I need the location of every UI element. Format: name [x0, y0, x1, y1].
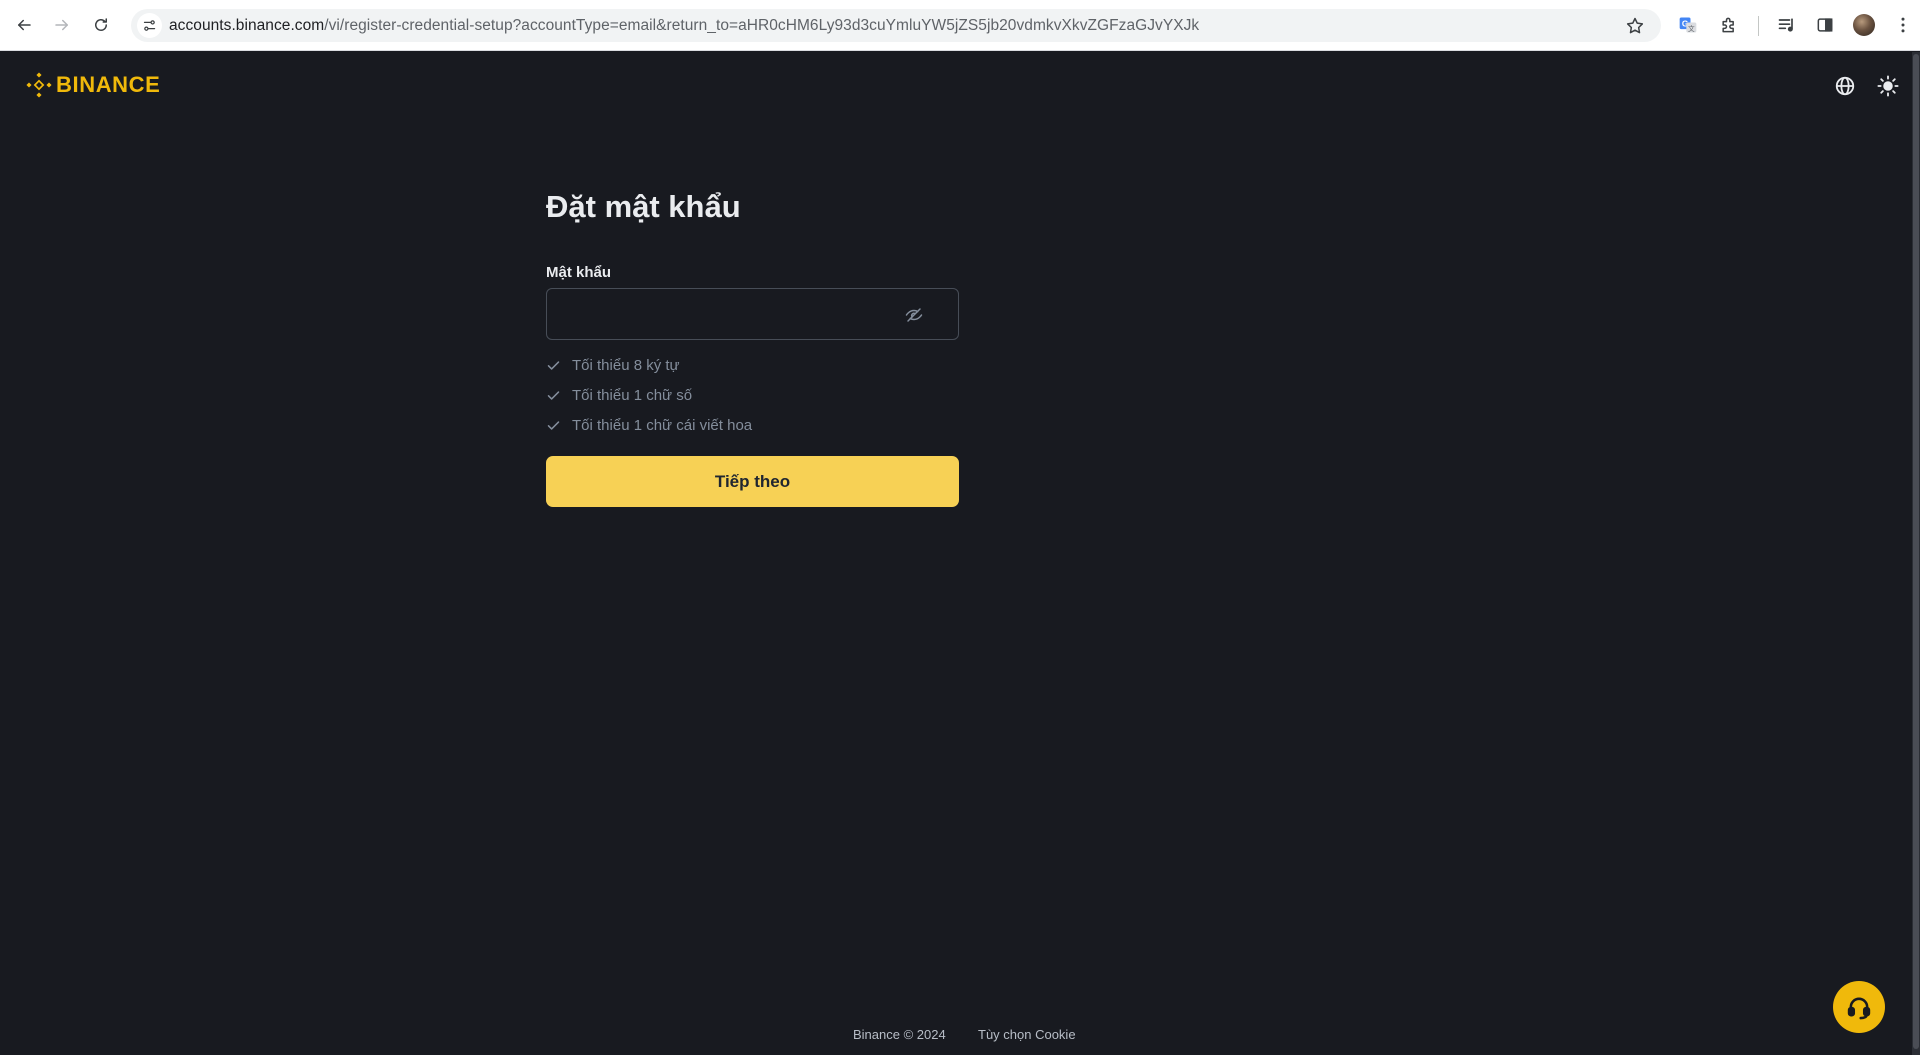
next-button[interactable]: Tiếp theo	[546, 456, 959, 507]
site-info-icon[interactable]	[137, 13, 162, 38]
check-icon	[547, 420, 560, 430]
binance-logo-icon	[26, 72, 52, 98]
headset-icon	[1847, 997, 1871, 1020]
url-text: accounts.binance.com/vi/register-credent…	[169, 17, 1199, 35]
rule-min-uppercase: Tối thiểu 1 chữ cái viết hoa	[546, 410, 752, 440]
translate-icon[interactable]: G文	[1677, 14, 1699, 36]
url-path: /vi/register-credential-setup?accountTyp…	[324, 17, 1200, 34]
footer-copyright: Binance © 2024	[853, 1027, 946, 1042]
cookie-preferences-link[interactable]: Tùy chọn Cookie	[978, 1027, 1076, 1042]
logo-text: BINANCE	[56, 72, 161, 97]
url-host: accounts.binance.com	[169, 17, 325, 34]
rule-text: Tối thiểu 8 ký tự	[572, 356, 680, 374]
page-scrollbar[interactable]	[1912, 52, 1920, 1055]
globe-icon[interactable]	[1833, 74, 1857, 98]
rule-text: Tối thiểu 1 chữ số	[572, 386, 693, 404]
rule-min-digit: Tối thiểu 1 chữ số	[546, 380, 752, 410]
password-input[interactable]	[547, 289, 907, 339]
theme-sun-icon[interactable]	[1876, 74, 1900, 98]
password-field-box[interactable]	[546, 288, 959, 340]
check-icon	[547, 360, 560, 370]
browser-toolbar: accounts.binance.com/vi/register-credent…	[0, 0, 1920, 51]
scrollbar-thumb[interactable]	[1913, 54, 1919, 1049]
support-chat-button[interactable]	[1833, 981, 1885, 1033]
extensions-icon[interactable]	[1718, 14, 1740, 36]
page-footer: Binance © 2024 Tùy chọn Cookie	[0, 1027, 1920, 1047]
reload-icon[interactable]	[88, 12, 114, 38]
kebab-menu-icon[interactable]	[1892, 14, 1914, 36]
back-arrow-icon[interactable]	[11, 12, 37, 38]
binance-logo[interactable]: BINANCE	[26, 72, 160, 98]
address-bar[interactable]: accounts.binance.com/vi/register-credent…	[131, 9, 1661, 42]
rule-min-length: Tối thiểu 8 ký tự	[546, 350, 752, 380]
svg-text:文: 文	[1688, 24, 1695, 33]
page-body: BINANCE Đặt mật khẩu Mật khẩu Tối thiểu …	[0, 52, 1920, 1055]
media-queue-icon[interactable]	[1776, 14, 1798, 36]
password-rules: Tối thiểu 8 ký tự Tối thiểu 1 chữ số Tối…	[546, 350, 752, 440]
page-title: Đặt mật khẩu	[546, 189, 741, 224]
rule-text: Tối thiểu 1 chữ cái viết hoa	[572, 416, 753, 434]
forward-arrow-icon[interactable]	[49, 12, 75, 38]
password-label: Mật khẩu	[546, 264, 612, 281]
site-header: BINANCE	[0, 52, 1920, 118]
eye-slash-icon[interactable]	[905, 306, 923, 324]
profile-avatar[interactable]	[1853, 14, 1875, 36]
toolbar-separator	[1758, 16, 1759, 36]
side-panel-icon[interactable]	[1814, 14, 1836, 36]
bookmark-star-icon[interactable]	[1625, 16, 1645, 36]
check-icon	[547, 390, 560, 400]
